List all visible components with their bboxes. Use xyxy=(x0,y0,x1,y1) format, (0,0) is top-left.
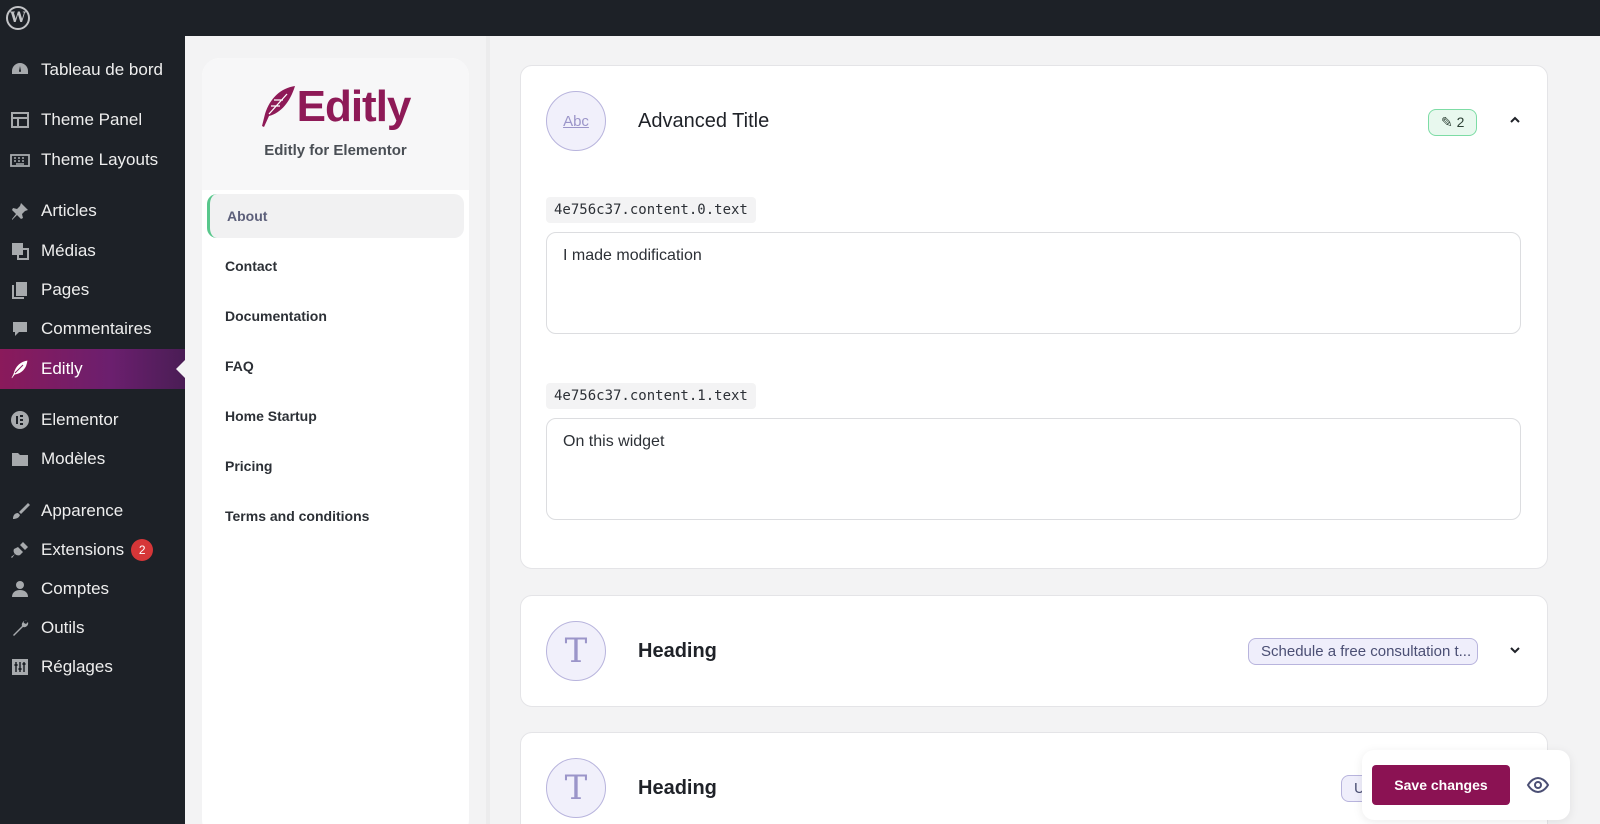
text-t-icon: T xyxy=(546,758,606,818)
menu-item-tools[interactable]: Outils xyxy=(0,608,185,648)
nav-item-pricing[interactable]: Pricing xyxy=(207,444,464,488)
menu-label: Theme Layouts xyxy=(41,150,159,169)
menu-label: Réglages xyxy=(41,657,113,676)
menu-item-settings[interactable]: Réglages xyxy=(0,647,185,687)
menu-item-accounts[interactable]: Comptes xyxy=(0,569,185,609)
menu-label: Elementor xyxy=(41,410,119,429)
menu-item-models[interactable]: Modèles xyxy=(0,439,185,479)
menu-label: Commentaires xyxy=(41,319,152,338)
feather-icon xyxy=(9,358,31,380)
menu-label: Modèles xyxy=(41,449,106,468)
nav-item-about[interactable]: About xyxy=(207,194,464,238)
menu-label: Articles xyxy=(41,201,97,220)
menu-item-elementor[interactable]: Elementor xyxy=(0,400,185,440)
menu-label: Editly xyxy=(41,359,83,378)
text-t-icon: T xyxy=(546,621,606,681)
menu-item-medias[interactable]: Médias xyxy=(0,231,185,271)
plugin-icon xyxy=(9,539,31,561)
menu-item-theme-layouts[interactable]: Theme Layouts xyxy=(0,140,185,180)
logo-text: Editly xyxy=(296,82,412,131)
pin-icon xyxy=(9,200,31,222)
nav-item-terms[interactable]: Terms and conditions xyxy=(207,494,464,538)
pages-icon xyxy=(9,279,31,301)
keyboard-icon xyxy=(9,149,31,171)
menu-item-dashboard[interactable]: Tableau de bord xyxy=(0,50,185,90)
menu-label: Médias xyxy=(41,241,96,260)
plugin-subtitle: Editly for Elementor xyxy=(264,142,407,159)
field-key: 4e756c37.content.0.text xyxy=(546,197,756,223)
admin-sidebar: Tableau de bord Theme Panel Theme Layout… xyxy=(0,36,185,824)
menu-item-theme-panel[interactable]: Theme Panel xyxy=(0,100,185,140)
chevron-up-icon[interactable] xyxy=(1505,110,1525,130)
abc-icon: Abc xyxy=(546,91,606,151)
field-input-content-0[interactable]: I made modification xyxy=(546,232,1521,334)
field-input-content-1[interactable]: On this widget xyxy=(546,418,1521,520)
elementor-icon xyxy=(9,409,31,431)
widget-title: Heading xyxy=(638,640,717,662)
chevron-down-icon[interactable] xyxy=(1505,640,1525,660)
widget-title: Heading xyxy=(638,777,717,799)
widget-title: Advanced Title xyxy=(638,110,770,132)
panel-divider xyxy=(486,36,490,824)
dashboard-icon xyxy=(9,59,31,81)
admin-bar: W xyxy=(0,0,1600,36)
menu-label: Theme Panel xyxy=(41,110,143,129)
widget-card-heading[interactable]: T Heading Schedule a free consultation t… xyxy=(520,595,1548,707)
plugin-sidebar: Editly Editly for Elementor About Contac… xyxy=(202,58,469,824)
update-count-badge: 2 xyxy=(131,539,154,561)
menu-label: Comptes xyxy=(41,579,110,598)
settings-icon xyxy=(9,656,31,678)
comment-icon xyxy=(9,318,31,340)
folder-icon xyxy=(9,448,31,470)
user-icon xyxy=(9,578,31,600)
widget-card-advanced-title: Abc Advanced Title ✎ 2 4e756c37.content.… xyxy=(520,65,1548,569)
field-key: 4e756c37.content.1.text xyxy=(546,383,756,409)
menu-label: Pages xyxy=(41,280,90,299)
preview-text-badge: Schedule a free consultation t... xyxy=(1248,638,1478,665)
menu-label: Extensions xyxy=(41,540,125,559)
menu-item-comments[interactable]: Commentaires xyxy=(0,309,185,349)
save-changes-button[interactable]: Save changes xyxy=(1372,765,1510,805)
menu-item-pages[interactable]: Pages xyxy=(0,270,185,310)
feather-logo-icon xyxy=(261,86,295,127)
eye-icon[interactable] xyxy=(1525,772,1551,798)
wrench-icon xyxy=(9,617,31,639)
menu-label: Tableau de bord xyxy=(41,60,163,79)
menu-label: Outils xyxy=(41,618,85,637)
wordpress-logo-icon[interactable]: W xyxy=(6,6,30,30)
theme-panel-icon xyxy=(9,109,31,131)
menu-item-editly[interactable]: Editly xyxy=(0,349,185,389)
brush-icon xyxy=(9,500,31,522)
plugin-header: Editly Editly for Elementor xyxy=(202,58,469,190)
menu-item-articles[interactable]: Articles xyxy=(0,191,185,231)
menu-item-appearance[interactable]: Apparence xyxy=(0,491,185,531)
menu-item-extensions[interactable]: Extensions 2 xyxy=(0,530,185,570)
media-icon xyxy=(9,240,31,262)
nav-item-faq[interactable]: FAQ xyxy=(207,344,464,388)
modification-count-badge: ✎ 2 xyxy=(1428,109,1478,136)
editly-logo: Editly xyxy=(261,82,411,132)
nav-item-contact[interactable]: Contact xyxy=(207,244,464,288)
nav-item-documentation[interactable]: Documentation xyxy=(207,294,464,338)
save-bar: Save changes xyxy=(1362,750,1570,820)
nav-item-home-startup[interactable]: Home Startup xyxy=(207,394,464,438)
menu-label: Apparence xyxy=(41,501,124,520)
